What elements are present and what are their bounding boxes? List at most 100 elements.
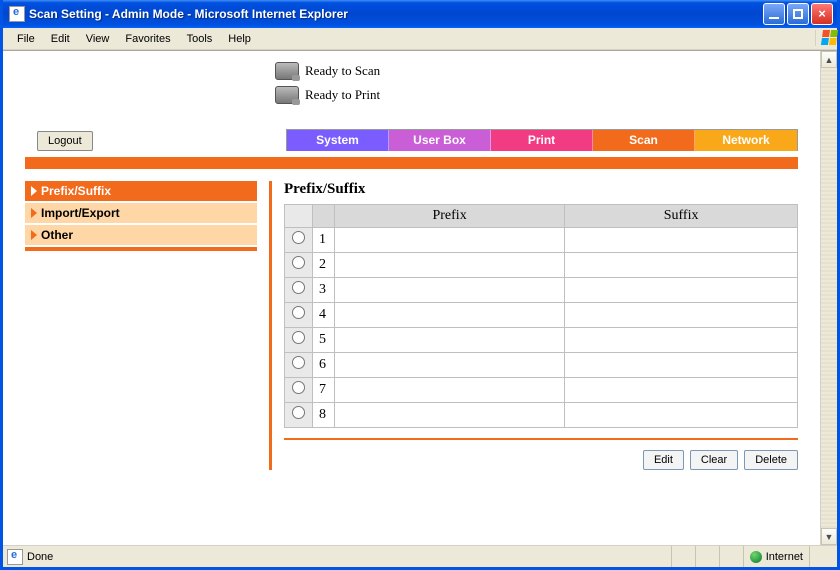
row-prefix — [335, 253, 565, 278]
ie-icon — [7, 549, 23, 565]
separator-line — [284, 438, 798, 440]
row-prefix — [335, 403, 565, 428]
row-prefix — [335, 378, 565, 403]
row-suffix — [565, 253, 798, 278]
logout-button[interactable]: Logout — [37, 131, 93, 151]
window-frame: Scan Setting - Admin Mode - Microsoft In… — [0, 0, 840, 570]
row-prefix — [335, 278, 565, 303]
col-suffix: Suffix — [565, 205, 798, 228]
status-cell — [719, 546, 743, 567]
sidebar-underline — [25, 247, 257, 251]
sidebar: Prefix/Suffix Import/Export Other — [25, 181, 257, 470]
row-radio[interactable] — [292, 306, 305, 319]
chevron-right-icon — [31, 186, 37, 196]
status-cell — [671, 546, 695, 567]
row-num: 5 — [313, 328, 335, 353]
table-row: 1 — [285, 228, 798, 253]
tab-scan[interactable]: Scan — [593, 130, 695, 151]
status-print: Ready to Print — [275, 83, 798, 107]
scroll-track[interactable] — [821, 68, 837, 528]
sidebar-item-import-export[interactable]: Import/Export — [25, 203, 257, 225]
row-radio[interactable] — [292, 381, 305, 394]
delete-button[interactable]: Delete — [744, 450, 798, 470]
sidebar-item-prefix-suffix[interactable]: Prefix/Suffix — [25, 181, 257, 203]
prefix-suffix-table: Prefix Suffix 1 — [284, 204, 798, 428]
row-suffix — [565, 278, 798, 303]
row-prefix — [335, 303, 565, 328]
row-prefix — [335, 228, 565, 253]
row-num: 3 — [313, 278, 335, 303]
statusbar: Done Internet — [3, 545, 837, 567]
row-prefix — [335, 353, 565, 378]
edit-button[interactable]: Edit — [643, 450, 684, 470]
row-suffix — [565, 403, 798, 428]
chevron-right-icon — [31, 230, 37, 240]
close-button[interactable]: × — [811, 3, 833, 25]
row-num: 4 — [313, 303, 335, 328]
status-print-text: Ready to Print — [305, 87, 380, 103]
separator-bar — [25, 157, 798, 169]
scroll-down-button[interactable]: ▼ — [821, 528, 837, 545]
row-num: 7 — [313, 378, 335, 403]
vertical-scrollbar[interactable]: ▲ ▼ — [820, 51, 837, 545]
sidebar-item-label: Prefix/Suffix — [41, 184, 111, 198]
row-prefix — [335, 328, 565, 353]
table-row: 5 — [285, 328, 798, 353]
main-tabs: System User Box Print Scan Network — [286, 129, 798, 151]
col-num — [313, 205, 335, 228]
row-radio[interactable] — [292, 356, 305, 369]
row-num: 6 — [313, 353, 335, 378]
menu-tools[interactable]: Tools — [179, 31, 221, 47]
chevron-right-icon — [31, 208, 37, 218]
zone-text: Internet — [766, 551, 803, 563]
content-area: Ready to Scan Ready to Print Logout Syst… — [3, 51, 820, 545]
table-row: 4 — [285, 303, 798, 328]
status-cell — [695, 546, 719, 567]
sidebar-item-other[interactable]: Other — [25, 225, 257, 247]
maximize-button[interactable] — [787, 3, 809, 25]
windows-flag-icon — [815, 30, 833, 46]
row-radio[interactable] — [292, 256, 305, 269]
table-row: 7 — [285, 378, 798, 403]
security-zone: Internet — [743, 546, 809, 567]
globe-icon — [750, 551, 762, 563]
tab-userbox[interactable]: User Box — [389, 130, 491, 151]
row-radio[interactable] — [292, 281, 305, 294]
scanner-icon — [275, 62, 299, 80]
section-title: Prefix/Suffix — [284, 181, 798, 198]
table-row: 3 — [285, 278, 798, 303]
row-suffix — [565, 353, 798, 378]
status-scan: Ready to Scan — [275, 59, 798, 83]
row-radio[interactable] — [292, 406, 305, 419]
row-suffix — [565, 228, 798, 253]
clear-button[interactable]: Clear — [690, 450, 738, 470]
minimize-button[interactable] — [763, 3, 785, 25]
status-scan-text: Ready to Scan — [305, 63, 380, 79]
row-num: 2 — [313, 253, 335, 278]
status-text: Done — [27, 551, 53, 563]
menubar: File Edit View Favorites Tools Help — [3, 28, 837, 50]
row-suffix — [565, 328, 798, 353]
menu-view[interactable]: View — [78, 31, 118, 47]
menu-favorites[interactable]: Favorites — [117, 31, 178, 47]
col-prefix: Prefix — [335, 205, 565, 228]
sidebar-item-label: Import/Export — [41, 206, 120, 220]
titlebar: Scan Setting - Admin Mode - Microsoft In… — [3, 0, 837, 28]
row-suffix — [565, 303, 798, 328]
menu-help[interactable]: Help — [220, 31, 259, 47]
menu-file[interactable]: File — [9, 31, 43, 47]
tab-print[interactable]: Print — [491, 130, 593, 151]
row-radio[interactable] — [292, 231, 305, 244]
row-num: 8 — [313, 403, 335, 428]
scroll-up-button[interactable]: ▲ — [821, 51, 837, 68]
table-row: 6 — [285, 353, 798, 378]
col-select — [285, 205, 313, 228]
row-radio[interactable] — [292, 331, 305, 344]
window-title: Scan Setting - Admin Mode - Microsoft In… — [29, 7, 763, 21]
tab-system[interactable]: System — [287, 130, 389, 151]
row-suffix — [565, 378, 798, 403]
status-cell — [809, 546, 833, 567]
row-num: 1 — [313, 228, 335, 253]
menu-edit[interactable]: Edit — [43, 31, 78, 47]
tab-network[interactable]: Network — [695, 130, 797, 151]
